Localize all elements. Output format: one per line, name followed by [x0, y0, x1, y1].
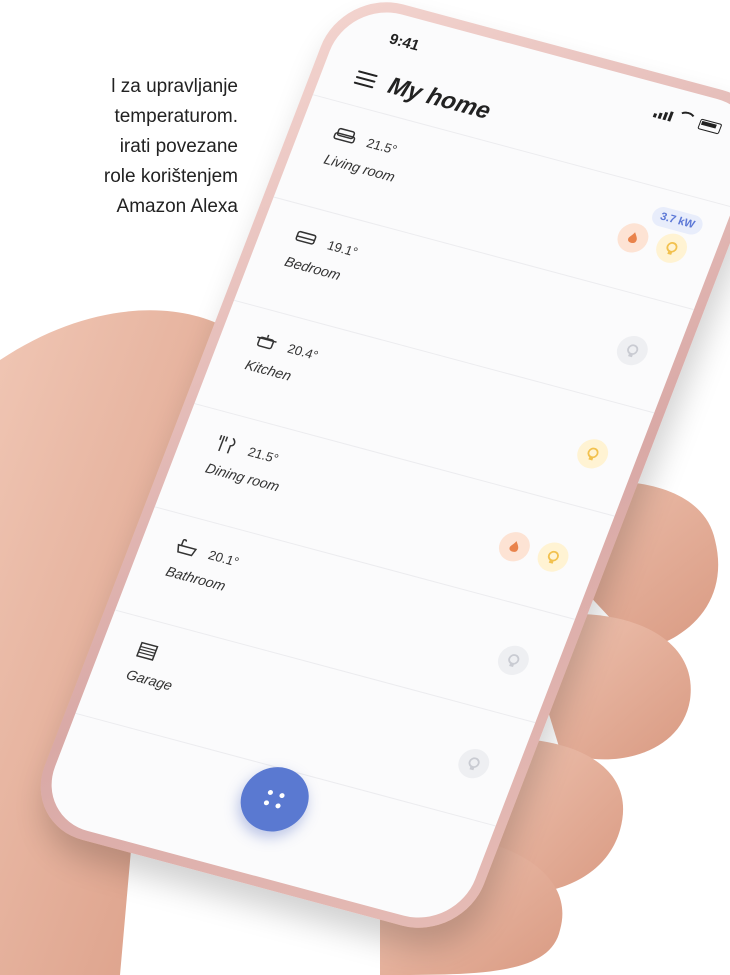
- garage-door-icon: [133, 640, 161, 663]
- room-temperature: 21.5°: [246, 443, 281, 466]
- heating-flame-icon[interactable]: [494, 528, 535, 565]
- paragraph-line: role korištenjem: [103, 166, 238, 187]
- wifi-icon: [674, 109, 698, 128]
- grid-dots-icon: [262, 789, 286, 809]
- pot-icon: [252, 330, 280, 353]
- bathtub-icon: [173, 537, 201, 560]
- heating-flame-icon[interactable]: [613, 219, 653, 256]
- sofa-icon: [331, 125, 359, 148]
- bed-icon: [292, 227, 320, 250]
- room-temperature: 20.4°: [285, 340, 321, 363]
- hamburger-menu-icon[interactable]: [353, 70, 378, 89]
- paragraph-line: l za upravljanje: [111, 76, 238, 97]
- room-temperature: 20.1°: [206, 546, 242, 569]
- paragraph-line: temperaturom.: [114, 106, 238, 127]
- paragraph-line: irati povezane: [119, 136, 238, 157]
- status-icons: [652, 104, 724, 135]
- status-time: 9:41: [386, 30, 422, 55]
- paragraph-line: Amazon Alexa: [116, 196, 238, 217]
- cutlery-icon: [213, 433, 241, 456]
- background-paragraph: l za upravljanje temperaturom. irati pov…: [0, 72, 238, 222]
- cellular-signal-icon: [652, 108, 674, 122]
- room-temperature: 19.1°: [325, 237, 361, 260]
- battery-icon: [697, 118, 723, 135]
- room-temperature: 21.5°: [364, 134, 400, 157]
